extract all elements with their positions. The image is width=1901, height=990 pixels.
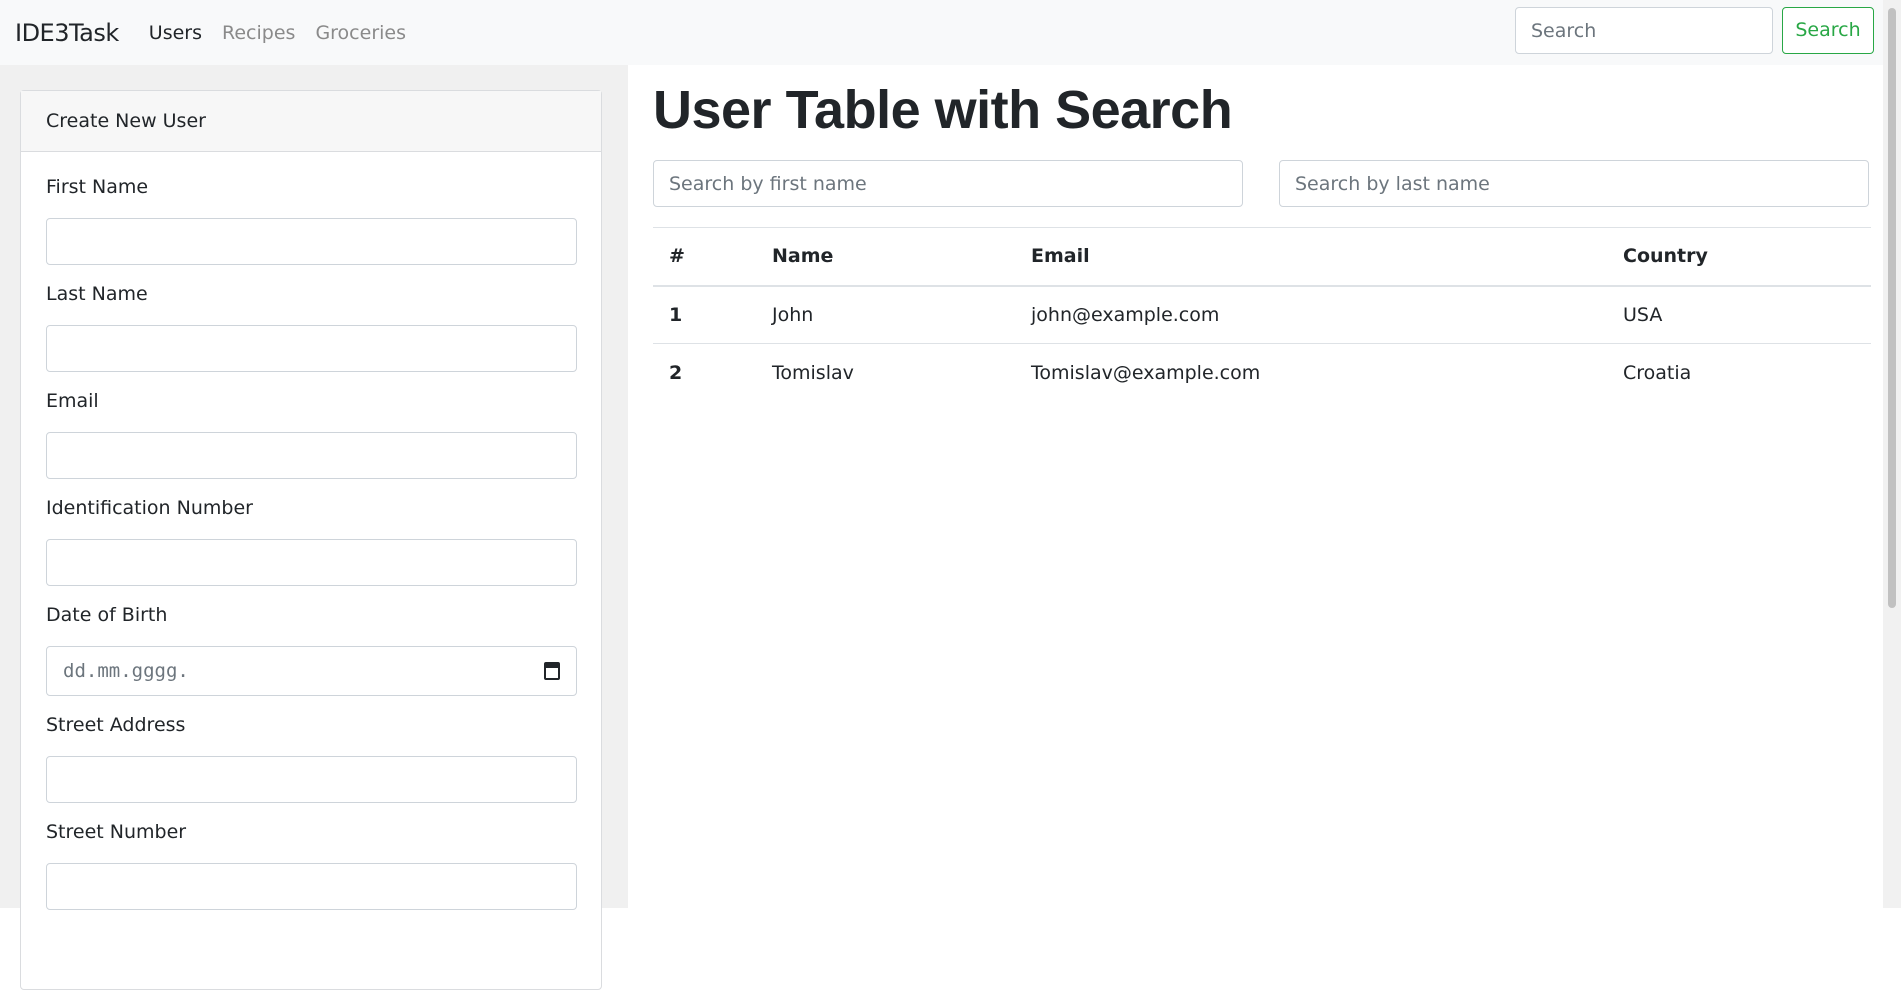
row-name: Tomislav <box>756 343 1015 402</box>
first-name-label: First Name <box>46 176 149 198</box>
street-number-label: Street Number <box>46 821 187 843</box>
first-name-filter-input[interactable] <box>653 160 1243 207</box>
street-address-label: Street Address <box>46 714 186 736</box>
page-scrollbar[interactable] <box>1883 0 1901 908</box>
nav-link-recipes[interactable]: Recipes <box>222 22 295 44</box>
card-header: Create New User <box>21 91 601 152</box>
row-name: John <box>756 285 1015 344</box>
row-email: john@example.com <box>1015 285 1607 344</box>
col-header-country: Country <box>1607 227 1871 287</box>
email-input[interactable] <box>46 432 577 479</box>
top-navbar: IDE3Task Users Recipes Groceries Search <box>0 0 1901 65</box>
last-name-label: Last Name <box>46 283 148 305</box>
id-number-input[interactable] <box>46 539 577 586</box>
col-header-email: Email <box>1015 227 1607 287</box>
main-content: User Table with Search # Name Email Coun… <box>628 65 1883 908</box>
nav-link-groceries[interactable]: Groceries <box>315 22 406 44</box>
create-user-card: Create New User First Name Last Name Ema… <box>20 90 602 990</box>
id-number-label: Identification Number <box>46 497 253 519</box>
nav-link-users[interactable]: Users <box>149 22 202 44</box>
col-header-name: Name <box>756 227 1015 287</box>
last-name-input[interactable] <box>46 325 577 372</box>
first-name-input[interactable] <box>46 218 577 265</box>
row-country: USA <box>1607 285 1871 344</box>
calendar-icon[interactable] <box>544 662 560 680</box>
page-title: User Table with Search <box>653 80 1233 140</box>
table-row[interactable]: 2 Tomislav Tomislav@example.com Croatia <box>653 343 1871 402</box>
last-name-filter-input[interactable] <box>1279 160 1869 207</box>
col-header-number: # <box>653 227 756 287</box>
sidebar: Create New User First Name Last Name Ema… <box>0 65 628 990</box>
navbar-search-button[interactable]: Search <box>1782 7 1874 54</box>
street-address-input[interactable] <box>46 756 577 803</box>
email-label: Email <box>46 390 99 412</box>
navbar-search-input[interactable] <box>1515 7 1773 54</box>
street-number-input[interactable] <box>46 863 577 910</box>
table-body: 1 John john@example.com USA 2 Tomislav T… <box>653 285 1871 402</box>
dob-placeholder: dd.mm.gggg. <box>63 660 189 682</box>
row-id: 2 <box>653 343 756 402</box>
row-id: 1 <box>653 285 756 344</box>
dob-label: Date of Birth <box>46 604 168 626</box>
row-email: Tomislav@example.com <box>1015 343 1607 402</box>
dob-input[interactable]: dd.mm.gggg. <box>46 646 577 696</box>
table-header: # Name Email Country <box>653 227 1871 287</box>
table-header-row: # Name Email Country <box>653 227 1871 287</box>
scrollbar-thumb[interactable] <box>1888 8 1896 608</box>
row-country: Croatia <box>1607 343 1871 402</box>
brand-logo[interactable]: IDE3Task <box>15 19 119 47</box>
table-row[interactable]: 1 John john@example.com USA <box>653 285 1871 344</box>
users-table: # Name Email Country 1 John john@example… <box>653 227 1871 402</box>
